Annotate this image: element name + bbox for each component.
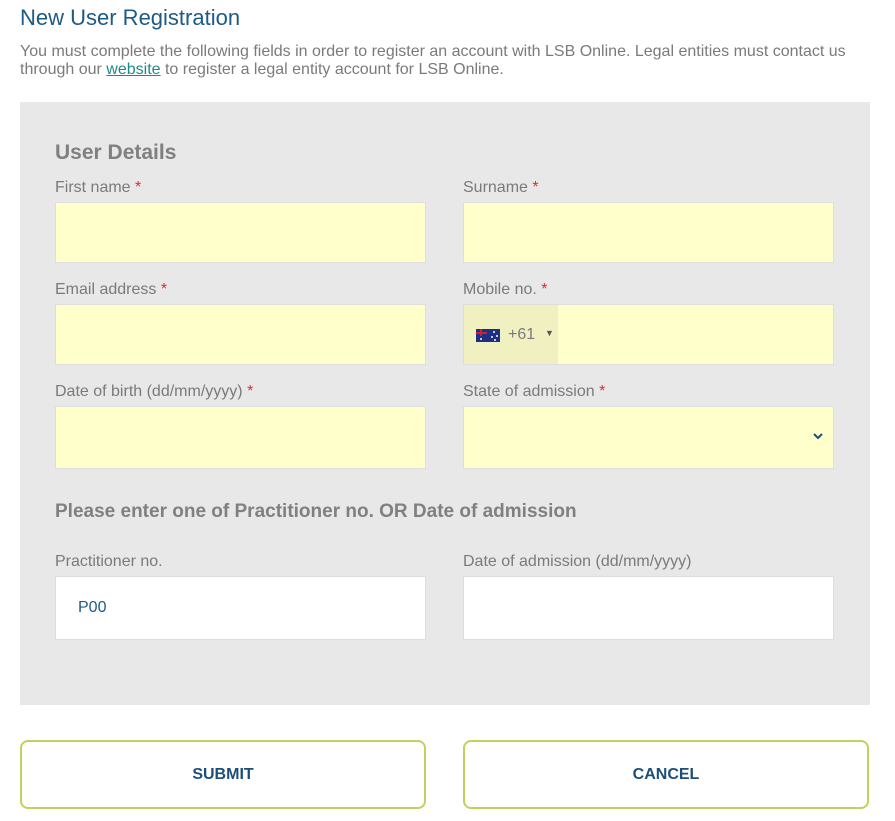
first-name-input[interactable] (56, 203, 425, 262)
page-title: New User Registration (20, 5, 241, 30)
mobile-field: +61 ▼ (463, 304, 834, 365)
practitioner-input[interactable] (56, 577, 425, 639)
intro-text-end: to register a legal entity account for L… (160, 61, 504, 78)
required-marker: * (532, 179, 539, 196)
admission-date-field (463, 576, 834, 640)
dob-field (55, 406, 426, 469)
admission-date-label-text: Date of admission (dd/mm/yyyy) (463, 553, 692, 570)
required-marker: * (160, 281, 168, 298)
practitioner-label: Practitioner no. (55, 553, 163, 571)
intro-text: You must complete the following fields i… (20, 43, 870, 79)
caret-down-icon: ▼ (545, 328, 554, 338)
state-select[interactable] (463, 406, 834, 469)
surname-label: Surname * (463, 179, 539, 197)
admission-date-input[interactable] (464, 577, 833, 639)
submit-button[interactable]: SUBMIT (20, 740, 426, 809)
first-name-label-text: First name (55, 179, 131, 196)
australia-flag-icon (476, 329, 500, 342)
email-label: Email address * (55, 281, 167, 299)
cancel-button[interactable]: CANCEL (463, 740, 869, 809)
first-name-field (55, 202, 426, 263)
dob-input[interactable] (56, 407, 425, 468)
surname-field (463, 202, 834, 263)
user-details-heading: User Details (55, 141, 177, 164)
website-link[interactable]: website (106, 61, 160, 78)
dob-label: Date of birth (dd/mm/yyyy) * (55, 383, 253, 401)
first-name-label: First name * (55, 179, 141, 197)
surname-input[interactable] (464, 203, 833, 262)
country-code-selector[interactable]: +61 ▼ (464, 305, 558, 364)
mobile-label: Mobile no. * (463, 281, 548, 299)
practitioner-field (55, 576, 426, 640)
practitioner-label-text: Practitioner no. (55, 553, 163, 570)
state-label-text: State of admission (463, 383, 595, 400)
dob-label-text: Date of birth (dd/mm/yyyy) (55, 383, 243, 400)
mobile-label-text: Mobile no. (463, 281, 537, 298)
state-label: State of admission * (463, 383, 605, 401)
email-label-text: Email address (55, 281, 157, 298)
required-marker: * (599, 383, 606, 400)
registration-form-panel: User Details First name * Surname * Emai… (20, 102, 870, 705)
country-dial-code: +61 (508, 326, 536, 343)
email-input[interactable] (56, 305, 425, 364)
email-field (55, 304, 426, 365)
required-marker: * (135, 179, 142, 196)
chevron-down-icon (813, 433, 823, 440)
practitioner-or-admission-heading: Please enter one of Practitioner no. OR … (55, 501, 577, 522)
surname-label-text: Surname (463, 179, 528, 196)
required-marker: * (541, 281, 548, 298)
required-marker: * (247, 383, 254, 400)
admission-date-label: Date of admission (dd/mm/yyyy) (463, 553, 692, 571)
